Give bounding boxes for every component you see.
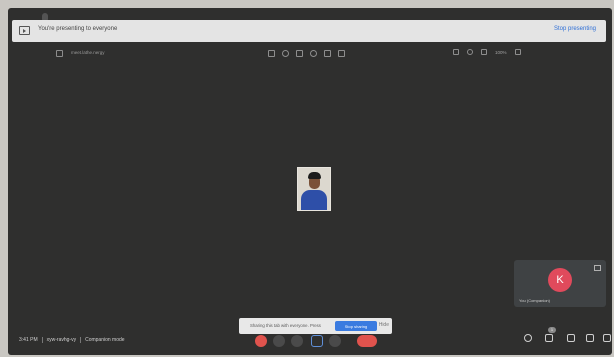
info-icon[interactable] xyxy=(524,334,532,342)
divider xyxy=(41,337,43,343)
stop-presenting-button[interactable]: Stop presenting xyxy=(554,26,596,32)
rotate-icon[interactable] xyxy=(467,49,473,55)
toast-message: Sharing this tab with everyone. Press xyxy=(250,323,321,328)
side-panel-tools: 1 xyxy=(521,327,612,345)
pin-icon[interactable] xyxy=(594,265,601,271)
shared-profile-photo xyxy=(297,167,331,211)
share-icon[interactable] xyxy=(310,50,317,57)
call-controls xyxy=(255,335,381,347)
tab-favicon-icon xyxy=(56,50,63,57)
pen-icon[interactable] xyxy=(453,49,459,55)
activities-icon[interactable] xyxy=(586,334,594,342)
toolbar-right-tools: 100% xyxy=(453,49,521,55)
hide-toast-button[interactable]: Hide xyxy=(379,322,389,328)
shared-window-toolbar: meet.lathe.nergy 100% xyxy=(8,44,612,62)
zoom-level: 100% xyxy=(495,49,507,55)
lock-icon[interactable] xyxy=(603,334,611,342)
download-icon[interactable] xyxy=(324,50,331,57)
meet-window: You're presenting to everyone Stop prese… xyxy=(8,8,612,355)
presenting-banner: You're presenting to everyone Stop prese… xyxy=(12,20,606,42)
mic-off-button[interactable] xyxy=(255,335,267,347)
shared-tab-title: meet.lathe.nergy xyxy=(71,50,105,55)
divider xyxy=(80,337,82,343)
people-icon[interactable] xyxy=(545,334,553,342)
copy-icon[interactable] xyxy=(268,50,275,57)
clock-time: 3:41 PM xyxy=(19,337,38,343)
zoom-out-icon[interactable] xyxy=(481,49,487,55)
captions-button[interactable] xyxy=(273,335,285,347)
present-screen-icon xyxy=(19,26,30,35)
self-view-name: You (Companion) xyxy=(519,298,550,303)
raise-hand-button[interactable] xyxy=(291,335,303,347)
fit-page-icon[interactable] xyxy=(514,49,521,55)
meeting-code: xyw-ravhg-vy xyxy=(46,337,77,343)
presenting-message: You're presenting to everyone xyxy=(38,26,118,32)
present-button[interactable] xyxy=(311,335,323,347)
leave-call-button[interactable] xyxy=(357,335,377,347)
more-icon[interactable] xyxy=(338,50,345,57)
print-icon[interactable] xyxy=(296,50,303,57)
participants-count-badge: 1 xyxy=(548,327,556,333)
meeting-mode: Companion mode xyxy=(85,337,125,343)
self-view-tile[interactable]: K You (Companion) xyxy=(514,260,606,307)
photo-body xyxy=(301,190,327,210)
stop-sharing-button[interactable]: Stop sharing xyxy=(335,321,377,331)
chat-icon[interactable] xyxy=(567,334,575,342)
self-avatar: K xyxy=(548,268,572,292)
sharing-toast: Sharing this tab with everyone. Press St… xyxy=(239,318,392,334)
photo-hair xyxy=(308,172,321,179)
more-options-button[interactable] xyxy=(329,335,341,347)
toolbar-center-tools xyxy=(268,50,345,57)
meeting-info: 3:41 PM xyw-ravhg-vy Companion mode xyxy=(19,337,125,343)
refresh-icon[interactable] xyxy=(282,50,289,57)
